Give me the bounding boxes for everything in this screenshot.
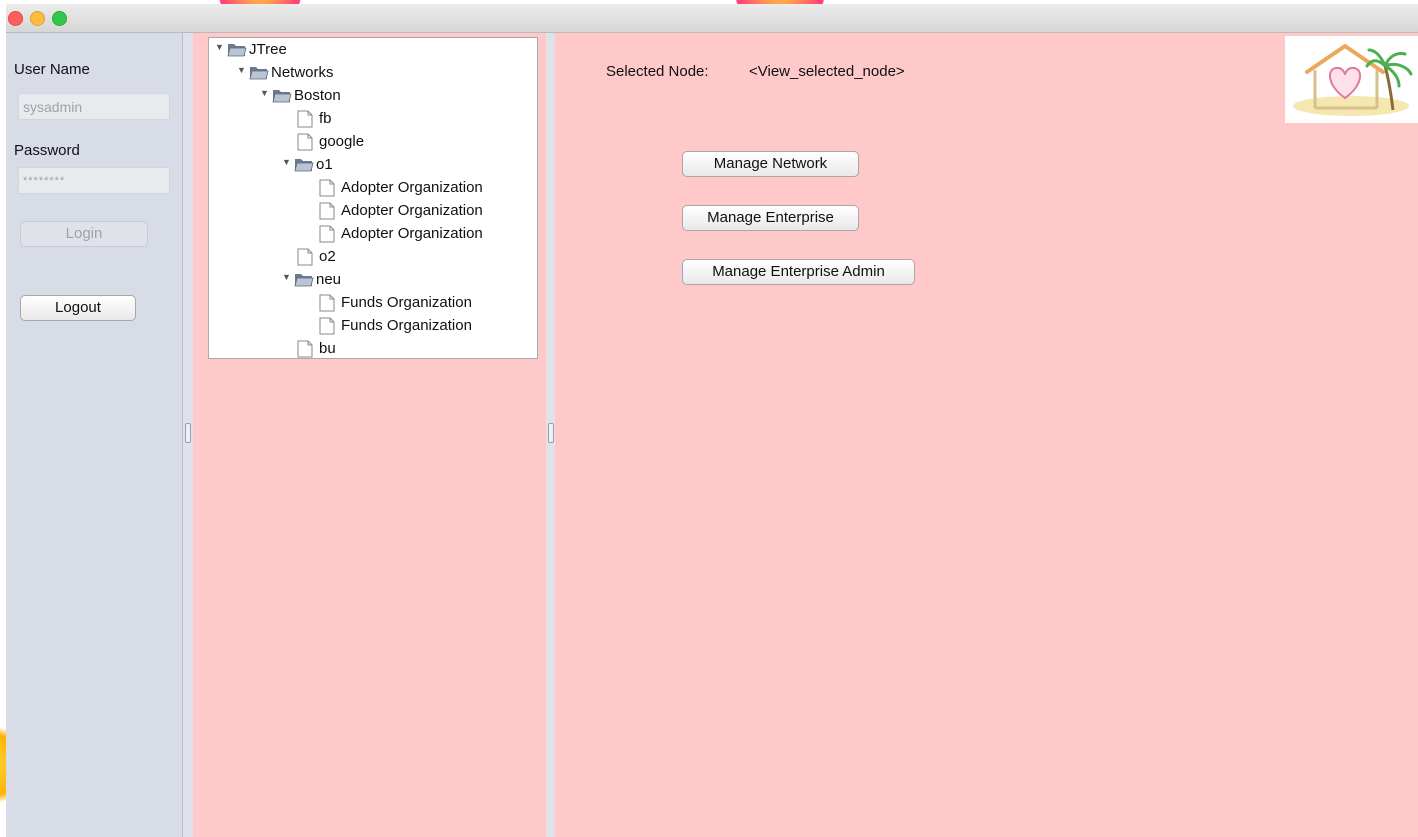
user-name-label: User Name [14,61,90,78]
file-icon [297,248,313,266]
work-area: Selected Node: <View_selected_node> Mana… [555,33,1418,837]
tree-node-label: fb [319,110,332,127]
manage-enterprise-button[interactable]: Manage Enterprise [682,205,859,231]
file-icon [297,110,313,128]
expand-arrow-icon[interactable]: ▼ [215,42,224,52]
selected-node-value: <View_selected_node> [749,63,905,80]
house-heart-logo-icon [1285,36,1418,123]
file-icon [297,340,313,358]
manage-enterprise-admin-button[interactable]: Manage Enterprise Admin [682,259,915,285]
split-divider-right[interactable] [546,33,555,837]
password-field[interactable]: ******** [18,167,170,194]
tree-node-label: o1 [316,156,333,173]
tree-pane: ▼ JTree ▼ Networks ▼ Boston fb google ▼ … [193,33,546,837]
divider-grip-icon[interactable] [548,423,554,443]
folder-open-icon [294,274,314,287]
tree-node-label: bu [319,340,336,357]
tree-node-label: Networks [271,64,334,81]
tree-node-label: Boston [294,87,341,104]
expand-arrow-icon[interactable]: ▼ [282,157,291,167]
folder-open-icon [294,159,314,172]
network-tree[interactable]: ▼ JTree ▼ Networks ▼ Boston fb google ▼ … [208,37,538,359]
app-window: User Name sysadmin Password ******** Log… [6,4,1418,837]
login-button[interactable]: Login [20,221,148,247]
expand-arrow-icon[interactable]: ▼ [237,65,246,75]
folder-open-icon [227,44,247,57]
selected-node-label: Selected Node: [606,63,709,80]
user-name-field[interactable]: sysadmin [18,93,170,120]
password-label: Password [14,142,80,159]
file-icon [297,133,313,151]
file-icon [319,317,335,335]
expand-arrow-icon[interactable]: ▼ [260,88,269,98]
tree-node-label: Funds Organization [341,294,472,311]
folder-open-icon [249,67,269,80]
folder-open-icon [272,90,292,103]
house-heart-palm-logo-icon [1293,44,1413,116]
file-icon [319,202,335,220]
tree-node-label: Adopter Organization [341,202,483,219]
logout-button[interactable]: Logout [20,295,136,321]
title-bar [6,4,1418,33]
tree-node-label: Funds Organization [341,317,472,334]
tree-node-label: o2 [319,248,336,265]
file-icon [319,225,335,243]
tree-node-label: google [319,133,365,150]
file-icon [319,294,335,312]
tree-node-label: Adopter Organization [341,179,483,196]
file-icon [319,179,335,197]
divider-grip-icon[interactable] [185,423,191,443]
manage-network-button[interactable]: Manage Network [682,151,859,177]
expand-arrow-icon[interactable]: ▼ [282,272,291,282]
tree-node-label: JTree [249,41,287,58]
close-window-button[interactable] [8,11,23,26]
minimize-window-button[interactable] [30,11,45,26]
login-panel: User Name sysadmin Password ******** Log… [6,33,183,837]
tree-node-label: Adopter Organization [341,225,483,242]
split-divider-left[interactable] [183,33,193,837]
tree-node-label: neu [316,271,342,288]
zoom-window-button[interactable] [52,11,67,26]
